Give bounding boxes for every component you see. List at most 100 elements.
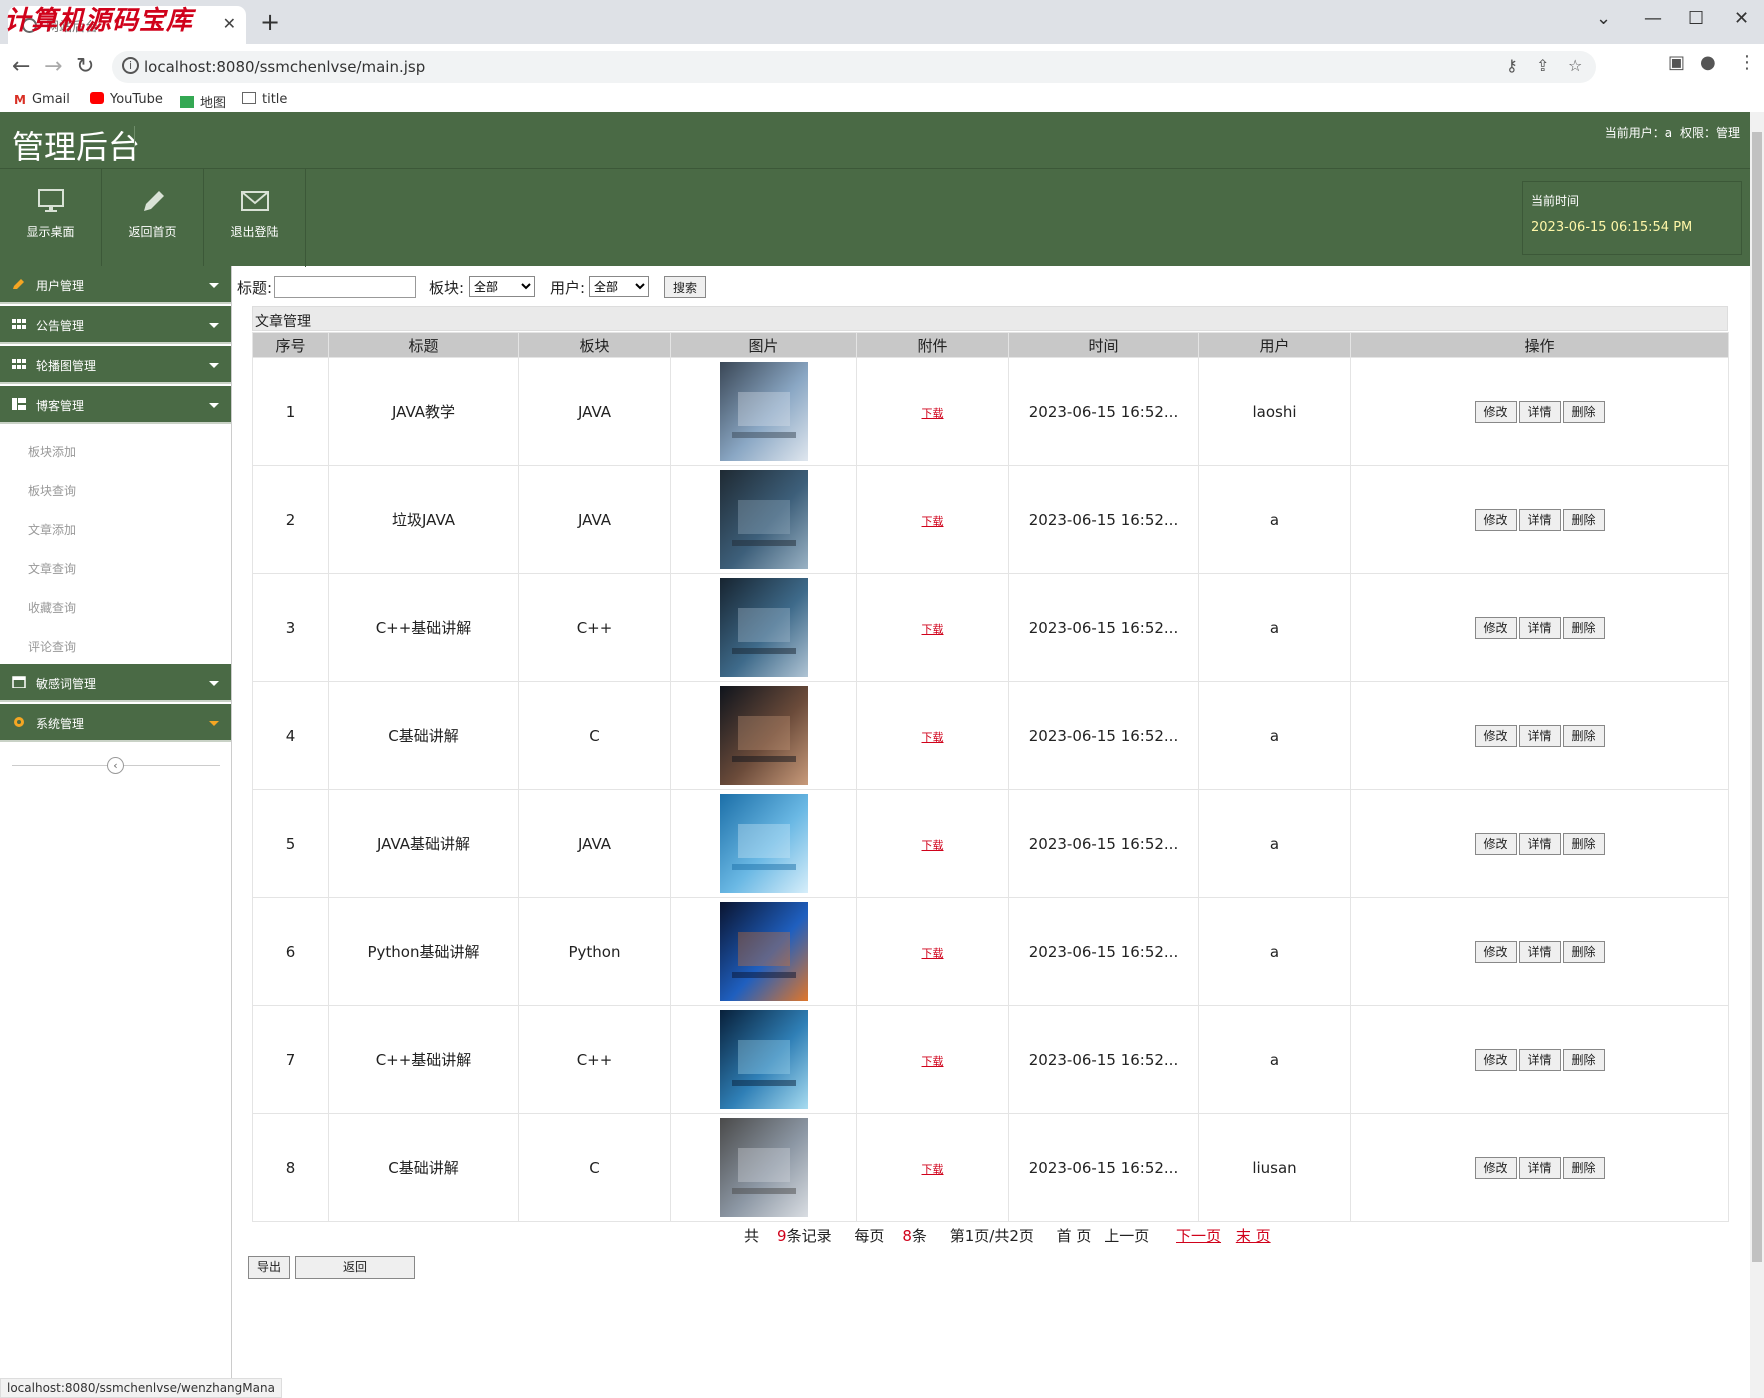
maximize-icon[interactable]: ☐ xyxy=(1688,8,1704,29)
submenu-board-query[interactable]: 板块查询 xyxy=(28,482,76,499)
menu-notice-management[interactable]: 公告管理 xyxy=(0,306,231,344)
row-attachment: 下载 xyxy=(856,357,1009,466)
share-icon[interactable]: ⇪ xyxy=(1536,56,1549,75)
return-home-button[interactable]: 返回首页 xyxy=(102,169,204,267)
forward-icon[interactable]: → xyxy=(44,54,62,79)
detail-button[interactable]: 详情 xyxy=(1518,1156,1561,1179)
menu-user-management[interactable]: 用户管理 xyxy=(0,266,231,304)
page-scrollbar[interactable] xyxy=(1750,112,1764,1398)
detail-button[interactable]: 详情 xyxy=(1518,724,1561,747)
menu-system-management[interactable]: 系统管理 xyxy=(0,704,231,742)
url-field[interactable]: i localhost:8080/ssmchenlvse/main.jsp ☆ … xyxy=(112,51,1596,83)
row-number: 7 xyxy=(252,1005,329,1114)
export-button[interactable]: 导出 xyxy=(248,1256,290,1279)
last-page-link[interactable]: 末 页 xyxy=(1236,1227,1271,1245)
gmail-icon: M xyxy=(14,93,26,107)
detail-button[interactable]: 详情 xyxy=(1518,616,1561,639)
first-page: 首 页 xyxy=(1056,1227,1092,1245)
download-link[interactable]: 下载 xyxy=(922,731,944,744)
delete-button[interactable]: 删除 xyxy=(1562,832,1605,855)
reload-icon[interactable]: ↻ xyxy=(76,54,94,79)
new-tab-icon[interactable]: + xyxy=(260,8,280,36)
edit-button[interactable]: 修改 xyxy=(1474,940,1517,963)
key-icon[interactable]: ⚷ xyxy=(1506,56,1518,75)
download-link[interactable]: 下载 xyxy=(922,1055,944,1068)
download-link[interactable]: 下载 xyxy=(922,1163,944,1176)
bookmark-star-icon[interactable]: ☆ xyxy=(1568,56,1582,75)
submenu-article-add[interactable]: 文章添加 xyxy=(28,521,76,538)
close-tab-icon[interactable]: ✕ xyxy=(223,14,236,33)
detail-button[interactable]: 详情 xyxy=(1518,400,1561,423)
sidepanel-icon[interactable]: ▣ xyxy=(1668,52,1685,73)
submenu-comment-query[interactable]: 评论查询 xyxy=(28,638,76,655)
row-number: 6 xyxy=(252,897,329,1006)
delete-button[interactable]: 删除 xyxy=(1562,1156,1605,1179)
search-button[interactable]: 搜索 xyxy=(664,276,706,298)
detail-button[interactable]: 详情 xyxy=(1518,940,1561,963)
back-button[interactable]: 返回 xyxy=(295,1256,415,1279)
edit-button[interactable]: 修改 xyxy=(1474,1048,1517,1071)
detail-button[interactable]: 详情 xyxy=(1518,832,1561,855)
detail-button[interactable]: 详情 xyxy=(1518,1048,1561,1071)
row-board: Python xyxy=(518,897,671,1006)
download-link[interactable]: 下载 xyxy=(922,947,944,960)
profile-icon[interactable]: ● xyxy=(1700,52,1716,73)
column-header: 板块 xyxy=(518,332,671,358)
row-time: 2023-06-15 16:52... xyxy=(1008,789,1199,898)
row-image-cell xyxy=(670,573,857,682)
url-text: localhost:8080/ssmchenlvse/main.jsp xyxy=(144,58,426,76)
download-link[interactable]: 下载 xyxy=(922,839,944,852)
edit-button[interactable]: 修改 xyxy=(1474,832,1517,855)
bookmark-maps[interactable]: 地图 xyxy=(180,92,226,111)
detail-button[interactable]: 详情 xyxy=(1518,508,1561,531)
show-desktop-button[interactable]: 显示桌面 xyxy=(0,169,102,267)
close-window-icon[interactable]: ✕ xyxy=(1734,8,1749,29)
sidebar: 用户管理 公告管理 轮播图管理 博客管理 板块添加 板块查询 文章添加 文章查询… xyxy=(0,266,232,1398)
menu-dots-icon[interactable]: ⋮ xyxy=(1738,52,1756,73)
edit-button[interactable]: 修改 xyxy=(1474,616,1517,639)
user-filter-select[interactable]: 全部 xyxy=(589,276,649,297)
edit-button[interactable]: 修改 xyxy=(1474,400,1517,423)
minimize-icon[interactable]: — xyxy=(1644,8,1662,29)
edit-button[interactable]: 修改 xyxy=(1474,1156,1517,1179)
back-icon[interactable]: ← xyxy=(12,54,30,79)
download-link[interactable]: 下载 xyxy=(922,407,944,420)
menu-sensitive-word-management[interactable]: 敏感词管理 xyxy=(0,664,231,702)
column-header: 操作 xyxy=(1350,332,1729,358)
row-attachment: 下载 xyxy=(856,789,1009,898)
submenu-board-add[interactable]: 板块添加 xyxy=(28,443,76,460)
column-header: 附件 xyxy=(856,332,1009,358)
scrollbar-thumb[interactable] xyxy=(1752,132,1762,1262)
menu-carousel-management[interactable]: 轮播图管理 xyxy=(0,346,231,384)
edit-button[interactable]: 修改 xyxy=(1474,508,1517,531)
delete-button[interactable]: 删除 xyxy=(1562,508,1605,531)
per-page: 每页 8条 xyxy=(854,1227,927,1245)
edit-button[interactable]: 修改 xyxy=(1474,724,1517,747)
tab-search-icon[interactable]: ⌄ xyxy=(1596,8,1611,29)
submenu-article-query[interactable]: 文章查询 xyxy=(28,560,76,577)
title-filter-input[interactable] xyxy=(274,276,416,298)
user-info: 当前用户：a 权限：管理 xyxy=(1605,124,1740,141)
gear-icon xyxy=(14,717,24,727)
delete-button[interactable]: 删除 xyxy=(1562,724,1605,747)
delete-button[interactable]: 删除 xyxy=(1562,1048,1605,1071)
collapse-sidebar-icon[interactable]: ‹ xyxy=(107,757,124,774)
row-number: 2 xyxy=(252,465,329,574)
bookmark-gmail[interactable]: M Gmail xyxy=(14,92,70,107)
delete-button[interactable]: 删除 xyxy=(1562,940,1605,963)
download-link[interactable]: 下载 xyxy=(922,623,944,636)
row-number: 8 xyxy=(252,1113,329,1222)
next-page-link[interactable]: 下一页 xyxy=(1176,1227,1221,1245)
bookmark-title[interactable]: title xyxy=(242,92,287,107)
current-time-box: 当前时间 2023-06-15 06:15:54 PM xyxy=(1522,181,1742,255)
logout-button[interactable]: 退出登陆 xyxy=(204,169,306,267)
delete-button[interactable]: 删除 xyxy=(1562,400,1605,423)
row-image-cell xyxy=(670,1113,857,1222)
bookmark-youtube[interactable]: YouTube xyxy=(90,92,163,107)
board-filter-select[interactable]: 全部 xyxy=(469,276,535,297)
menu-blog-management[interactable]: 博客管理 xyxy=(0,386,231,424)
info-icon[interactable]: i xyxy=(122,57,139,74)
submenu-favorite-query[interactable]: 收藏查询 xyxy=(28,599,76,616)
download-link[interactable]: 下载 xyxy=(922,515,944,528)
delete-button[interactable]: 删除 xyxy=(1562,616,1605,639)
